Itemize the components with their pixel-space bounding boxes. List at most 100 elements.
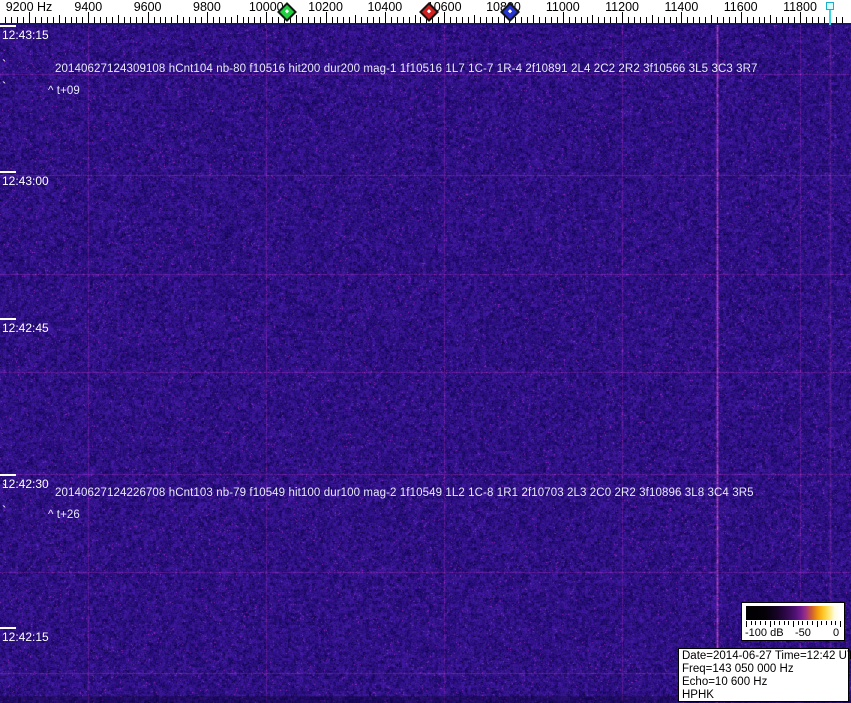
frequency-tick: [65, 17, 66, 23]
cyan-frequency-cursor[interactable]: [829, 8, 831, 25]
frequency-tick: [450, 17, 451, 23]
frequency-tick: [391, 17, 392, 23]
frequency-tick: [735, 17, 736, 23]
db-tick: [751, 621, 752, 625]
frequency-tick: [842, 17, 843, 23]
db-tick: [784, 621, 785, 625]
db-gradient-bar: [746, 606, 840, 620]
frequency-tick: [361, 17, 362, 23]
frequency-tick: [753, 17, 754, 23]
frequency-tick: [118, 15, 119, 23]
frequency-tick: [415, 15, 416, 23]
frequency-axis-label: 11600: [724, 0, 758, 14]
frequency-tick: [94, 17, 95, 23]
event2-detection-text: 20140627124226708 hCnt103 nb-79 f10549 h…: [55, 487, 754, 499]
frequency-tick: [764, 17, 765, 23]
frequency-tick: [759, 17, 760, 23]
observation-info-box: Date=2014-06-27 Time=12:42 UTC Freq=143 …: [678, 648, 849, 702]
frequency-axis-label: 11400: [664, 0, 698, 14]
frequency-tick: [569, 17, 570, 23]
frequency-tick: [106, 17, 107, 23]
cyan-cursor-handle[interactable]: [826, 2, 834, 10]
time-tick: [0, 171, 16, 173]
frequency-tick: [343, 17, 344, 23]
time-tick: [0, 318, 16, 320]
frequency-tick: [474, 15, 475, 23]
frequency-tick: [693, 17, 694, 23]
db-tick: [765, 621, 766, 625]
frequency-tick: [314, 17, 315, 23]
frequency-tick: [628, 17, 629, 23]
frequency-tick: [5, 17, 6, 23]
frequency-axis-label: 9800: [193, 0, 221, 14]
frequency-axis-label: 11800: [783, 0, 817, 14]
frequency-tick: [729, 17, 730, 23]
frequency-tick: [480, 17, 481, 23]
frequency-tick: [456, 17, 457, 23]
frequency-tick: [711, 15, 712, 23]
frequency-tick: [165, 17, 166, 23]
db-tick: [793, 621, 794, 627]
frequency-tick: [788, 17, 789, 23]
frequency-tick: [403, 17, 404, 23]
frequency-tick: [112, 17, 113, 23]
frequency-tick: [237, 15, 238, 23]
frequency-tick: [59, 15, 60, 23]
frequency-tick: [100, 17, 101, 23]
frequency-tick: [47, 17, 48, 23]
frequency-tick: [171, 17, 172, 23]
frequency-tick: [142, 17, 143, 23]
frequency-tick: [320, 17, 321, 23]
frequency-axis-label: 9200 Hz: [6, 0, 53, 14]
frequency-tick: [498, 17, 499, 23]
info-date-time: Date=2014-06-27 Time=12:42 UTC: [682, 650, 848, 663]
frequency-tick: [723, 17, 724, 23]
db-min-label: -100 dB: [745, 627, 784, 639]
frequency-tick: [124, 17, 125, 23]
frequency-tick: [420, 17, 421, 23]
frequency-tick: [438, 17, 439, 23]
time-axis-label: 12:42:45: [2, 321, 49, 335]
db-tick: [798, 621, 799, 625]
db-tick: [826, 621, 827, 625]
frequency-tick: [397, 17, 398, 23]
db-tick: [755, 621, 756, 625]
frequency-tick: [195, 17, 196, 23]
frequency-tick: [11, 17, 12, 23]
frequency-axis-label: 11200: [605, 0, 639, 14]
frequency-tick: [355, 15, 356, 23]
db-tick: [817, 621, 818, 627]
frequency-tick: [17, 17, 18, 23]
frequency-tick: [782, 17, 783, 23]
frequency-tick: [527, 17, 528, 23]
db-tick: [821, 621, 822, 625]
frequency-tick: [551, 17, 552, 23]
db-tick: [840, 621, 841, 627]
frequency-tick: [670, 17, 671, 23]
db-max-label: 0: [833, 627, 839, 639]
frequency-tick: [640, 17, 641, 23]
frequency-tick: [76, 17, 77, 23]
spectrogram-canvas[interactable]: [0, 25, 851, 703]
frequency-axis-label: 11000: [546, 0, 580, 14]
frequency-tick: [812, 17, 813, 23]
frequency-tick: [705, 17, 706, 23]
frequency-tick: [225, 17, 226, 23]
frequency-tick: [747, 17, 748, 23]
frequency-tick: [302, 17, 303, 23]
frequency-tick: [770, 15, 771, 23]
frequency-tick: [836, 17, 837, 23]
frequency-tick: [130, 17, 131, 23]
frequency-tick: [687, 17, 688, 23]
frequency-axis-label: 9600: [134, 0, 162, 14]
frequency-tick: [818, 17, 819, 23]
frequency-tick: [35, 17, 36, 23]
time-tick: [0, 474, 16, 476]
db-tick: [760, 621, 761, 625]
info-frequency: Freq=143 050 000 Hz: [682, 663, 848, 676]
frequency-tick: [462, 17, 463, 23]
frequency-axis-label: 9400: [74, 0, 102, 14]
db-mid-label: -50: [795, 627, 811, 639]
frequency-tick: [557, 17, 558, 23]
frequency-tick: [646, 17, 647, 23]
